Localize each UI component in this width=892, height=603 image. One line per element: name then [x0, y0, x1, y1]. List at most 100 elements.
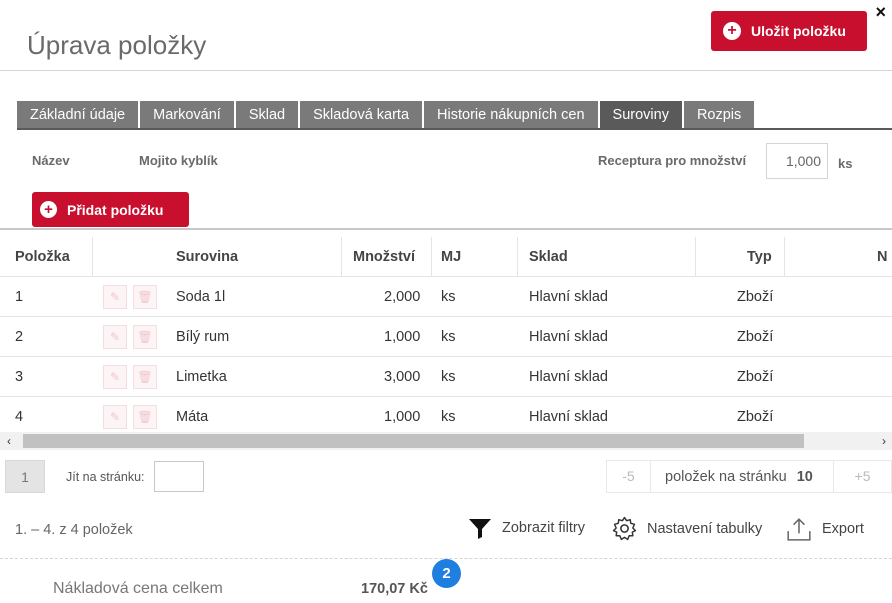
cell-quantity: 1,000	[384, 329, 421, 345]
column-header-unit[interactable]: MJ	[441, 237, 461, 277]
tab-stock-card[interactable]: Skladová karta	[300, 101, 423, 129]
plus-circle-icon: +	[723, 22, 741, 40]
export-button[interactable]: Export	[786, 516, 864, 542]
pencil-icon[interactable]: ✎	[103, 365, 127, 389]
pencil-icon[interactable]: ✎	[103, 285, 127, 309]
table-settings-label: Nastavení tabulky	[647, 520, 763, 537]
tab-breakdown[interactable]: Rozpis	[683, 101, 755, 129]
cell-warehouse: Hlavní sklad	[529, 289, 608, 305]
upload-icon	[787, 518, 811, 541]
table-row[interactable]: 1 ✎ 🗑 Soda 1l 2,000 ks Hlavní sklad Zbož…	[0, 277, 892, 317]
show-filters-button[interactable]: Zobrazit filtry	[468, 516, 585, 540]
column-header-type[interactable]: Typ	[747, 237, 772, 277]
row-actions: ✎ 🗑	[103, 357, 163, 397]
column-divider	[784, 237, 785, 277]
page-size-control: -5 položek na stránku 10 +5	[606, 460, 892, 493]
table-row[interactable]: 3 ✎ 🗑 Limetka 3,000 ks Hlavní sklad Zbož…	[0, 357, 892, 397]
gear-icon	[612, 516, 637, 541]
cell-item: 2	[15, 329, 24, 345]
cell-ingredient: Limetka	[176, 369, 227, 385]
tab-warehouse[interactable]: Sklad	[235, 101, 299, 129]
column-divider	[517, 237, 518, 277]
table-row[interactable]: 4 ✎ 🗑 Máta 1,000 ks Hlavní sklad Zboží	[0, 397, 892, 437]
cell-type: Zboží	[737, 289, 774, 305]
trash-icon[interactable]: 🗑	[133, 405, 157, 429]
cell-warehouse: Hlavní sklad	[529, 329, 608, 345]
add-item-button[interactable]: + Přidat položku	[32, 192, 189, 227]
cell-type: Zboží	[737, 409, 774, 425]
row-actions: ✎ 🗑	[103, 277, 163, 317]
page-button-current[interactable]: 1	[5, 460, 45, 493]
column-divider	[92, 237, 93, 277]
cell-unit: ks	[441, 369, 456, 385]
column-header-quantity[interactable]: Množství	[353, 237, 415, 277]
cell-warehouse: Hlavní sklad	[529, 409, 608, 425]
add-item-label: Přidat položku	[67, 201, 164, 218]
total-cost-label: Nákladová cena celkem	[53, 580, 223, 597]
page-title: Úprava položky	[27, 30, 207, 60]
tab-ingredients[interactable]: Suroviny	[599, 101, 682, 129]
cell-ingredient: Soda 1l	[176, 289, 226, 305]
cell-unit: ks	[441, 409, 456, 425]
cell-type: Zboží	[737, 369, 774, 385]
cell-item: 4	[15, 409, 24, 425]
show-filters-label: Zobrazit filtry	[502, 520, 585, 536]
filter-icon	[469, 519, 491, 539]
header-divider	[0, 70, 892, 71]
trash-icon[interactable]: 🗑	[133, 365, 157, 389]
column-header-warehouse[interactable]: Sklad	[529, 237, 568, 277]
column-divider	[695, 237, 696, 277]
total-cost-value: 170,07 Kč	[361, 581, 428, 597]
cell-ingredient: Máta	[176, 409, 209, 425]
item-count-text: 1. – 4. z 4 položek	[15, 522, 133, 538]
horizontal-scrollbar[interactable]: ‹ ›	[0, 432, 892, 450]
tab-purchase-price-history[interactable]: Historie nákupních cen	[424, 101, 598, 129]
scroll-left-icon[interactable]: ‹	[7, 432, 11, 450]
column-divider	[341, 237, 342, 277]
jump-to-page-label: Jít na stránku:	[66, 470, 145, 484]
plus-circle-icon: +	[40, 201, 57, 218]
table-header-row: Položka Surovina Množství MJ Sklad Typ N	[0, 237, 892, 277]
save-item-label: Uložit položku	[751, 23, 846, 39]
pencil-icon[interactable]: ✎	[103, 405, 127, 429]
page-size-increase-button[interactable]: +5	[833, 461, 891, 492]
scroll-right-icon[interactable]: ›	[882, 432, 886, 450]
tab-markup[interactable]: Markování	[140, 101, 234, 129]
name-label: Název	[32, 153, 70, 168]
cell-unit: ks	[441, 289, 456, 305]
recipe-quantity-label: Receptura pro množství	[598, 153, 747, 168]
cell-ingredient: Bílý rum	[176, 329, 230, 345]
cell-quantity: 2,000	[384, 289, 421, 305]
column-header-ingredient[interactable]: Surovina	[176, 237, 238, 277]
pencil-icon[interactable]: ✎	[103, 325, 127, 349]
cell-warehouse: Hlavní sklad	[529, 369, 608, 385]
tabs-underline	[17, 128, 892, 130]
cell-type: Zboží	[737, 329, 774, 345]
row-actions: ✎ 🗑	[103, 397, 163, 437]
cell-quantity: 3,000	[384, 369, 421, 385]
page-size-value: 10	[796, 468, 813, 485]
scrollbar-thumb[interactable]	[23, 434, 804, 448]
trash-icon[interactable]: 🗑	[133, 325, 157, 349]
row-actions: ✎ 🗑	[103, 317, 163, 357]
page-size-decrease-button[interactable]: -5	[607, 461, 651, 492]
column-divider	[431, 237, 432, 277]
name-value: Mojito kyblík	[139, 153, 218, 168]
trash-icon[interactable]: 🗑	[133, 285, 157, 309]
cell-unit: ks	[441, 329, 456, 345]
tab-basic-info[interactable]: Základní údaje	[17, 101, 139, 129]
column-header-truncated[interactable]: N	[877, 237, 887, 277]
column-header-item[interactable]: Položka	[15, 237, 70, 277]
close-icon[interactable]: ×	[875, 2, 886, 23]
table-settings-button[interactable]: Nastavení tabulky	[612, 516, 762, 541]
jump-to-page-input[interactable]	[154, 461, 204, 492]
notification-badge[interactable]: 2	[432, 559, 461, 588]
table-row[interactable]: 2 ✎ 🗑 Bílý rum 1,000 ks Hlavní sklad Zbo…	[0, 317, 892, 357]
save-item-button[interactable]: + Uložit položku	[711, 11, 867, 51]
cell-item: 1	[15, 289, 24, 305]
recipe-unit-label: ks	[838, 156, 853, 171]
form-divider	[0, 228, 892, 230]
recipe-quantity-input[interactable]: 1,000	[766, 143, 828, 179]
tab-bar: Základní údaje Markování Sklad Skladová …	[17, 101, 756, 129]
cell-quantity: 1,000	[384, 409, 421, 425]
